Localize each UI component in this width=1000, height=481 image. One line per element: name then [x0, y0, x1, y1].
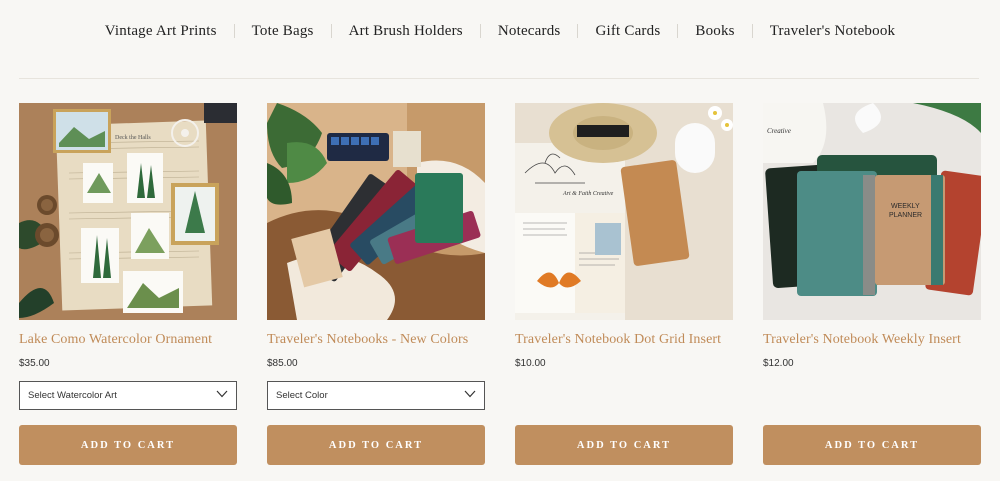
notebooks-photo — [267, 103, 485, 320]
ornament-photo: Deck the Halls — [19, 103, 237, 320]
image-caption: Creative — [767, 127, 791, 135]
product-card: Traveler's Notebooks - New Colors $85.00… — [267, 103, 485, 465]
product-title[interactable]: Traveler's Notebook Weekly Insert — [763, 332, 981, 348]
weekly-insert-photo: Creative WEEKLY PLANNER — [763, 103, 981, 320]
image-caption: Art & Faith Creative — [562, 191, 614, 197]
image-caption: Deck the Halls — [115, 135, 151, 141]
product-price: $12.00 — [763, 358, 794, 369]
product-title[interactable]: Traveler's Notebook Dot Grid Insert — [515, 332, 733, 348]
category-nav-list: Vintage Art Prints Tote Bags Art Brush H… — [88, 23, 912, 40]
select-value: Select Watercolor Art — [28, 390, 117, 401]
nav-item-tote-bags[interactable]: Tote Bags — [235, 23, 331, 40]
product-image-weekly-insert[interactable]: Creative WEEKLY PLANNER — [763, 103, 981, 320]
nav-item-gift-cards[interactable]: Gift Cards — [578, 23, 677, 40]
product-price: $35.00 — [19, 358, 50, 369]
image-caption: WEEKLY — [891, 203, 920, 210]
product-card: Deck the Halls Lake Como Watercolor Orna… — [19, 103, 237, 465]
dot-grid-photo: Art & Faith Creative — [515, 103, 733, 320]
chevron-down-icon — [216, 390, 228, 398]
select-value: Select Color — [276, 390, 328, 401]
product-card: Creative WEEKLY PLANNER Traveler's Noteb… — [763, 103, 981, 465]
product-grid: Deck the Halls Lake Como Watercolor Orna… — [19, 103, 981, 465]
add-to-cart-button[interactable]: ADD TO CART — [763, 425, 981, 465]
header-divider — [19, 78, 979, 79]
product-price: $85.00 — [267, 358, 298, 369]
watercolor-art-select[interactable]: Select Watercolor Art — [19, 381, 237, 410]
nav-item-travelers-notebook[interactable]: Traveler's Notebook — [753, 23, 913, 40]
nav-item-vintage-art-prints[interactable]: Vintage Art Prints — [88, 23, 234, 40]
product-image-dot-grid-insert[interactable]: Art & Faith Creative — [515, 103, 733, 320]
product-title[interactable]: Traveler's Notebooks - New Colors — [267, 332, 485, 348]
category-nav: Vintage Art Prints Tote Bags Art Brush H… — [0, 0, 1000, 62]
nav-item-notecards[interactable]: Notecards — [481, 23, 578, 40]
image-caption: PLANNER — [889, 212, 922, 219]
nav-item-art-brush-holders[interactable]: Art Brush Holders — [332, 23, 480, 40]
nav-item-books[interactable]: Books — [678, 23, 751, 40]
add-to-cart-button[interactable]: ADD TO CART — [19, 425, 237, 465]
add-to-cart-button[interactable]: ADD TO CART — [515, 425, 733, 465]
product-card: Art & Faith Creative Traveler's Notebook… — [515, 103, 733, 465]
product-image-travelers-notebooks[interactable] — [267, 103, 485, 320]
product-price: $10.00 — [515, 358, 546, 369]
color-select[interactable]: Select Color — [267, 381, 485, 410]
product-image-ornament[interactable]: Deck the Halls — [19, 103, 237, 320]
product-title[interactable]: Lake Como Watercolor Ornament — [19, 332, 237, 348]
add-to-cart-button[interactable]: ADD TO CART — [267, 425, 485, 465]
chevron-down-icon — [464, 390, 476, 398]
